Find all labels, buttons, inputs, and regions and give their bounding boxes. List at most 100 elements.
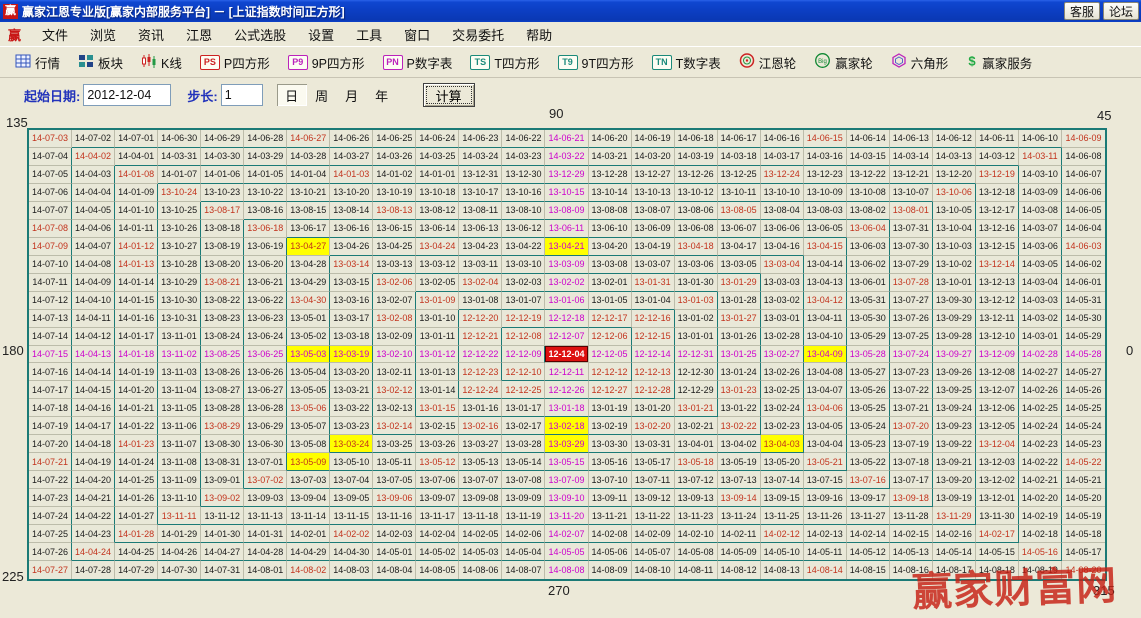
date-cell: 14-07-27 (29, 561, 72, 579)
date-cell: 13-05-02 (287, 328, 330, 346)
date-cell: 14-08-01 (244, 561, 287, 579)
date-cell: 14-04-06 (72, 220, 115, 238)
date-cell: 14-06-28 (244, 130, 287, 148)
date-cell: 12-12-14 (632, 346, 675, 364)
toolbar-item-label: T四方形 (494, 53, 539, 72)
date-cell: 13-02-21 (675, 417, 718, 435)
forum-button[interactable]: 论坛 (1103, 2, 1139, 20)
period-day-button[interactable]: 日 (277, 84, 307, 106)
date-cell: 13-08-21 (201, 274, 244, 292)
date-cell: 13-08-19 (201, 238, 244, 256)
date-cell: 13-07-04 (330, 471, 373, 489)
date-cell: 14-05-22 (1062, 453, 1105, 471)
date-cell: 13-03-05 (718, 256, 761, 274)
toolbar-item-gann-wheel[interactable]: 江恩轮 (730, 50, 806, 75)
date-cell: 14-05-18 (1062, 525, 1105, 543)
date-cell: 14-01-18 (115, 346, 158, 364)
date-cell: 12-12-16 (632, 310, 675, 328)
period-toggle-group: 日周月年 (277, 84, 397, 106)
gann-wheel-icon (739, 53, 755, 71)
toolbar-item-t-square[interactable]: TST四方形 (461, 50, 548, 75)
toolbar-item-p-table[interactable]: PNP数字表 (374, 50, 462, 75)
date-cell: 13-07-22 (890, 381, 933, 399)
date-cell: 13-11-17 (416, 507, 459, 525)
date-cell: 14-05-01 (373, 543, 416, 561)
date-cell: 14-04-07 (72, 238, 115, 256)
date-cell: 14-03-19 (675, 148, 718, 166)
date-cell: 12-12-26 (545, 381, 588, 399)
hexagon-icon (891, 53, 907, 71)
date-cell: 14-06-12 (933, 130, 976, 148)
toolbar-item-hexagon[interactable]: 六角形 (882, 50, 958, 75)
menu-item-5[interactable]: 设置 (297, 25, 345, 44)
toolbar-item-kline[interactable]: K线 (132, 50, 191, 75)
menu-item-3[interactable]: 江恩 (175, 25, 223, 44)
date-cell: 13-02-25 (761, 381, 804, 399)
date-cell: 12-12-04 (545, 346, 588, 364)
angle-label-90: 90 (549, 106, 563, 121)
date-cell: 13-07-24 (890, 346, 933, 364)
toolbar-item-quotes[interactable]: 行情 (6, 50, 69, 75)
date-cell: 13-02-06 (373, 274, 416, 292)
date-cell: 13-12-14 (976, 256, 1019, 274)
date-cell: 13-05-25 (847, 399, 890, 417)
toolbar-item-sectors[interactable]: 板块 (69, 50, 132, 75)
date-cell: 14-03-20 (632, 148, 675, 166)
menu-item-6[interactable]: 工具 (345, 25, 393, 44)
toolbar-item-9t-square[interactable]: T99T四方形 (549, 50, 643, 75)
toolbar-item-p-square[interactable]: PSP四方形 (191, 50, 279, 75)
date-cell: 14-05-26 (1062, 381, 1105, 399)
date-cell: 14-07-19 (29, 417, 72, 435)
date-cell: 14-02-15 (890, 525, 933, 543)
date-cell: 13-02-17 (502, 417, 545, 435)
date-cell: 13-05-22 (847, 453, 890, 471)
date-cell: 13-01-29 (718, 274, 761, 292)
date-cell: 14-04-30 (330, 543, 373, 561)
date-cell: 14-01-01 (416, 166, 459, 184)
step-input[interactable] (221, 84, 263, 106)
date-cell: 13-08-05 (718, 202, 761, 220)
date-cell: 13-09-04 (287, 489, 330, 507)
period-week-button[interactable]: 周 (307, 84, 337, 106)
date-cell: 13-05-28 (847, 346, 890, 364)
toolbar-item-9p-square[interactable]: P99P四方形 (279, 50, 374, 75)
date-cell: 13-03-27 (459, 435, 502, 453)
date-cell: 14-01-22 (115, 417, 158, 435)
menu-item-1[interactable]: 浏览 (79, 25, 127, 44)
date-cell: 13-03-18 (330, 328, 373, 346)
quotes-icon (15, 54, 31, 71)
date-cell: 14-07-12 (29, 292, 72, 310)
menu-item-4[interactable]: 公式选股 (223, 25, 297, 44)
date-cell: 13-11-04 (158, 381, 201, 399)
date-cell: 14-01-06 (201, 166, 244, 184)
period-month-button[interactable]: 月 (337, 84, 367, 106)
date-cell: 13-01-31 (632, 274, 675, 292)
date-cell: 13-07-28 (890, 274, 933, 292)
date-cell: 14-05-06 (589, 543, 632, 561)
toolbar-item-winner-service[interactable]: $赢家服务 (957, 50, 1041, 75)
date-cell: 13-11-30 (976, 507, 1019, 525)
start-date-input[interactable] (83, 84, 171, 106)
menu-item-8[interactable]: 交易委托 (441, 25, 515, 44)
date-cell: 13-12-05 (976, 417, 1019, 435)
date-cell: 14-01-21 (115, 399, 158, 417)
toolbar-item-t-table[interactable]: TNT数字表 (643, 50, 730, 75)
date-cell: 13-10-12 (675, 184, 718, 202)
menu-item-2[interactable]: 资讯 (127, 25, 175, 44)
date-cell: 14-06-07 (1062, 166, 1105, 184)
date-cell: 13-05-10 (330, 453, 373, 471)
date-cell: 14-02-12 (761, 525, 804, 543)
toolbar-item-winner-wheel[interactable]: Big赢家轮 (805, 50, 882, 75)
period-year-button[interactable]: 年 (367, 84, 397, 106)
date-cell: 13-10-08 (847, 184, 890, 202)
date-cell: 14-06-02 (1062, 256, 1105, 274)
customer-service-button[interactable]: 客服 (1064, 2, 1100, 20)
date-cell: 13-09-07 (416, 489, 459, 507)
menu-item-0[interactable]: 文件 (31, 25, 79, 44)
calculate-button[interactable]: 计算 (423, 83, 475, 107)
date-cell: 12-12-23 (459, 363, 502, 381)
date-cell: 13-05-09 (287, 453, 330, 471)
menu-item-7[interactable]: 窗口 (393, 25, 441, 44)
menu-item-9[interactable]: 帮助 (515, 25, 563, 44)
date-cell: 13-12-06 (976, 399, 1019, 417)
